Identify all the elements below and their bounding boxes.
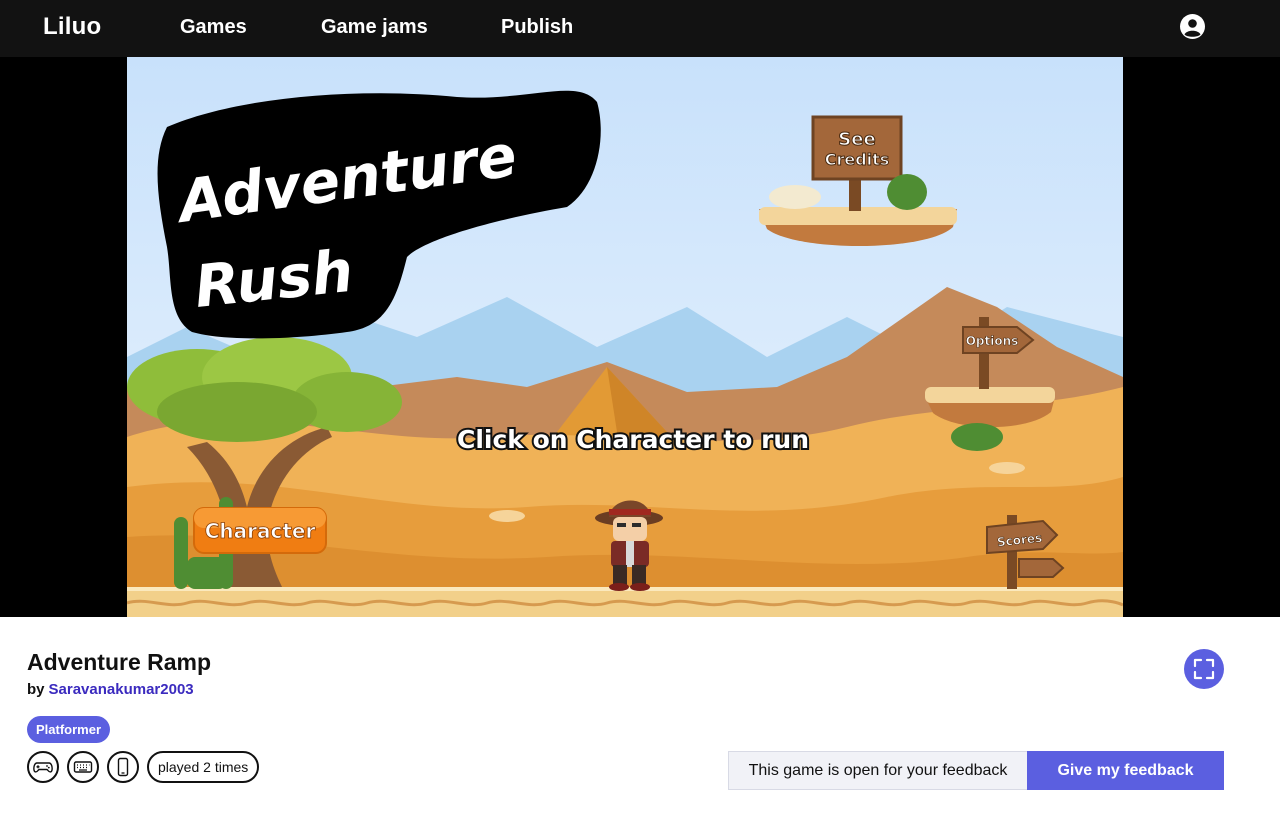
fullscreen-button[interactable]	[1184, 649, 1224, 689]
top-nav-bar: Liluo Games Game jams Publish	[0, 0, 1280, 57]
game-title: Adventure Ramp	[27, 649, 212, 675]
user-circle-icon[interactable]	[1179, 13, 1206, 40]
sign-credits-line1[interactable]: See	[838, 129, 876, 151]
nav-link-publish[interactable]: Publish	[501, 16, 573, 39]
gamepad-icon	[27, 751, 59, 783]
keyboard-icon	[67, 751, 99, 783]
character-button[interactable]: Character	[204, 519, 316, 544]
genre-tag-platformer[interactable]: Platformer	[27, 716, 111, 743]
mobile-icon	[107, 751, 139, 783]
sign-credits-line2[interactable]: Credits	[824, 150, 890, 170]
give-feedback-button[interactable]: Give my feedback	[1027, 751, 1224, 790]
author-link[interactable]: Saravanakumar2003	[49, 681, 194, 698]
by-label: by	[27, 681, 45, 698]
game-byline: by Saravanakumar2003	[27, 681, 194, 698]
nav-link-games[interactable]: Games	[180, 16, 247, 39]
nav-link-game-jams[interactable]: Game jams	[321, 16, 428, 39]
fullscreen-icon	[1193, 658, 1215, 680]
instruction-text: Click on Character to run	[457, 425, 809, 454]
brand-logo[interactable]: Liluo	[43, 13, 101, 41]
feedback-status: This game is open for your feedback	[728, 751, 1028, 790]
played-count: played 2 times	[147, 751, 260, 783]
game-stage: Adventure Rush See Credits Options Score…	[0, 57, 1280, 617]
sign-options[interactable]: Options	[965, 334, 1019, 349]
game-canvas[interactable]: Adventure Rush See Credits Options Score…	[127, 57, 1123, 617]
